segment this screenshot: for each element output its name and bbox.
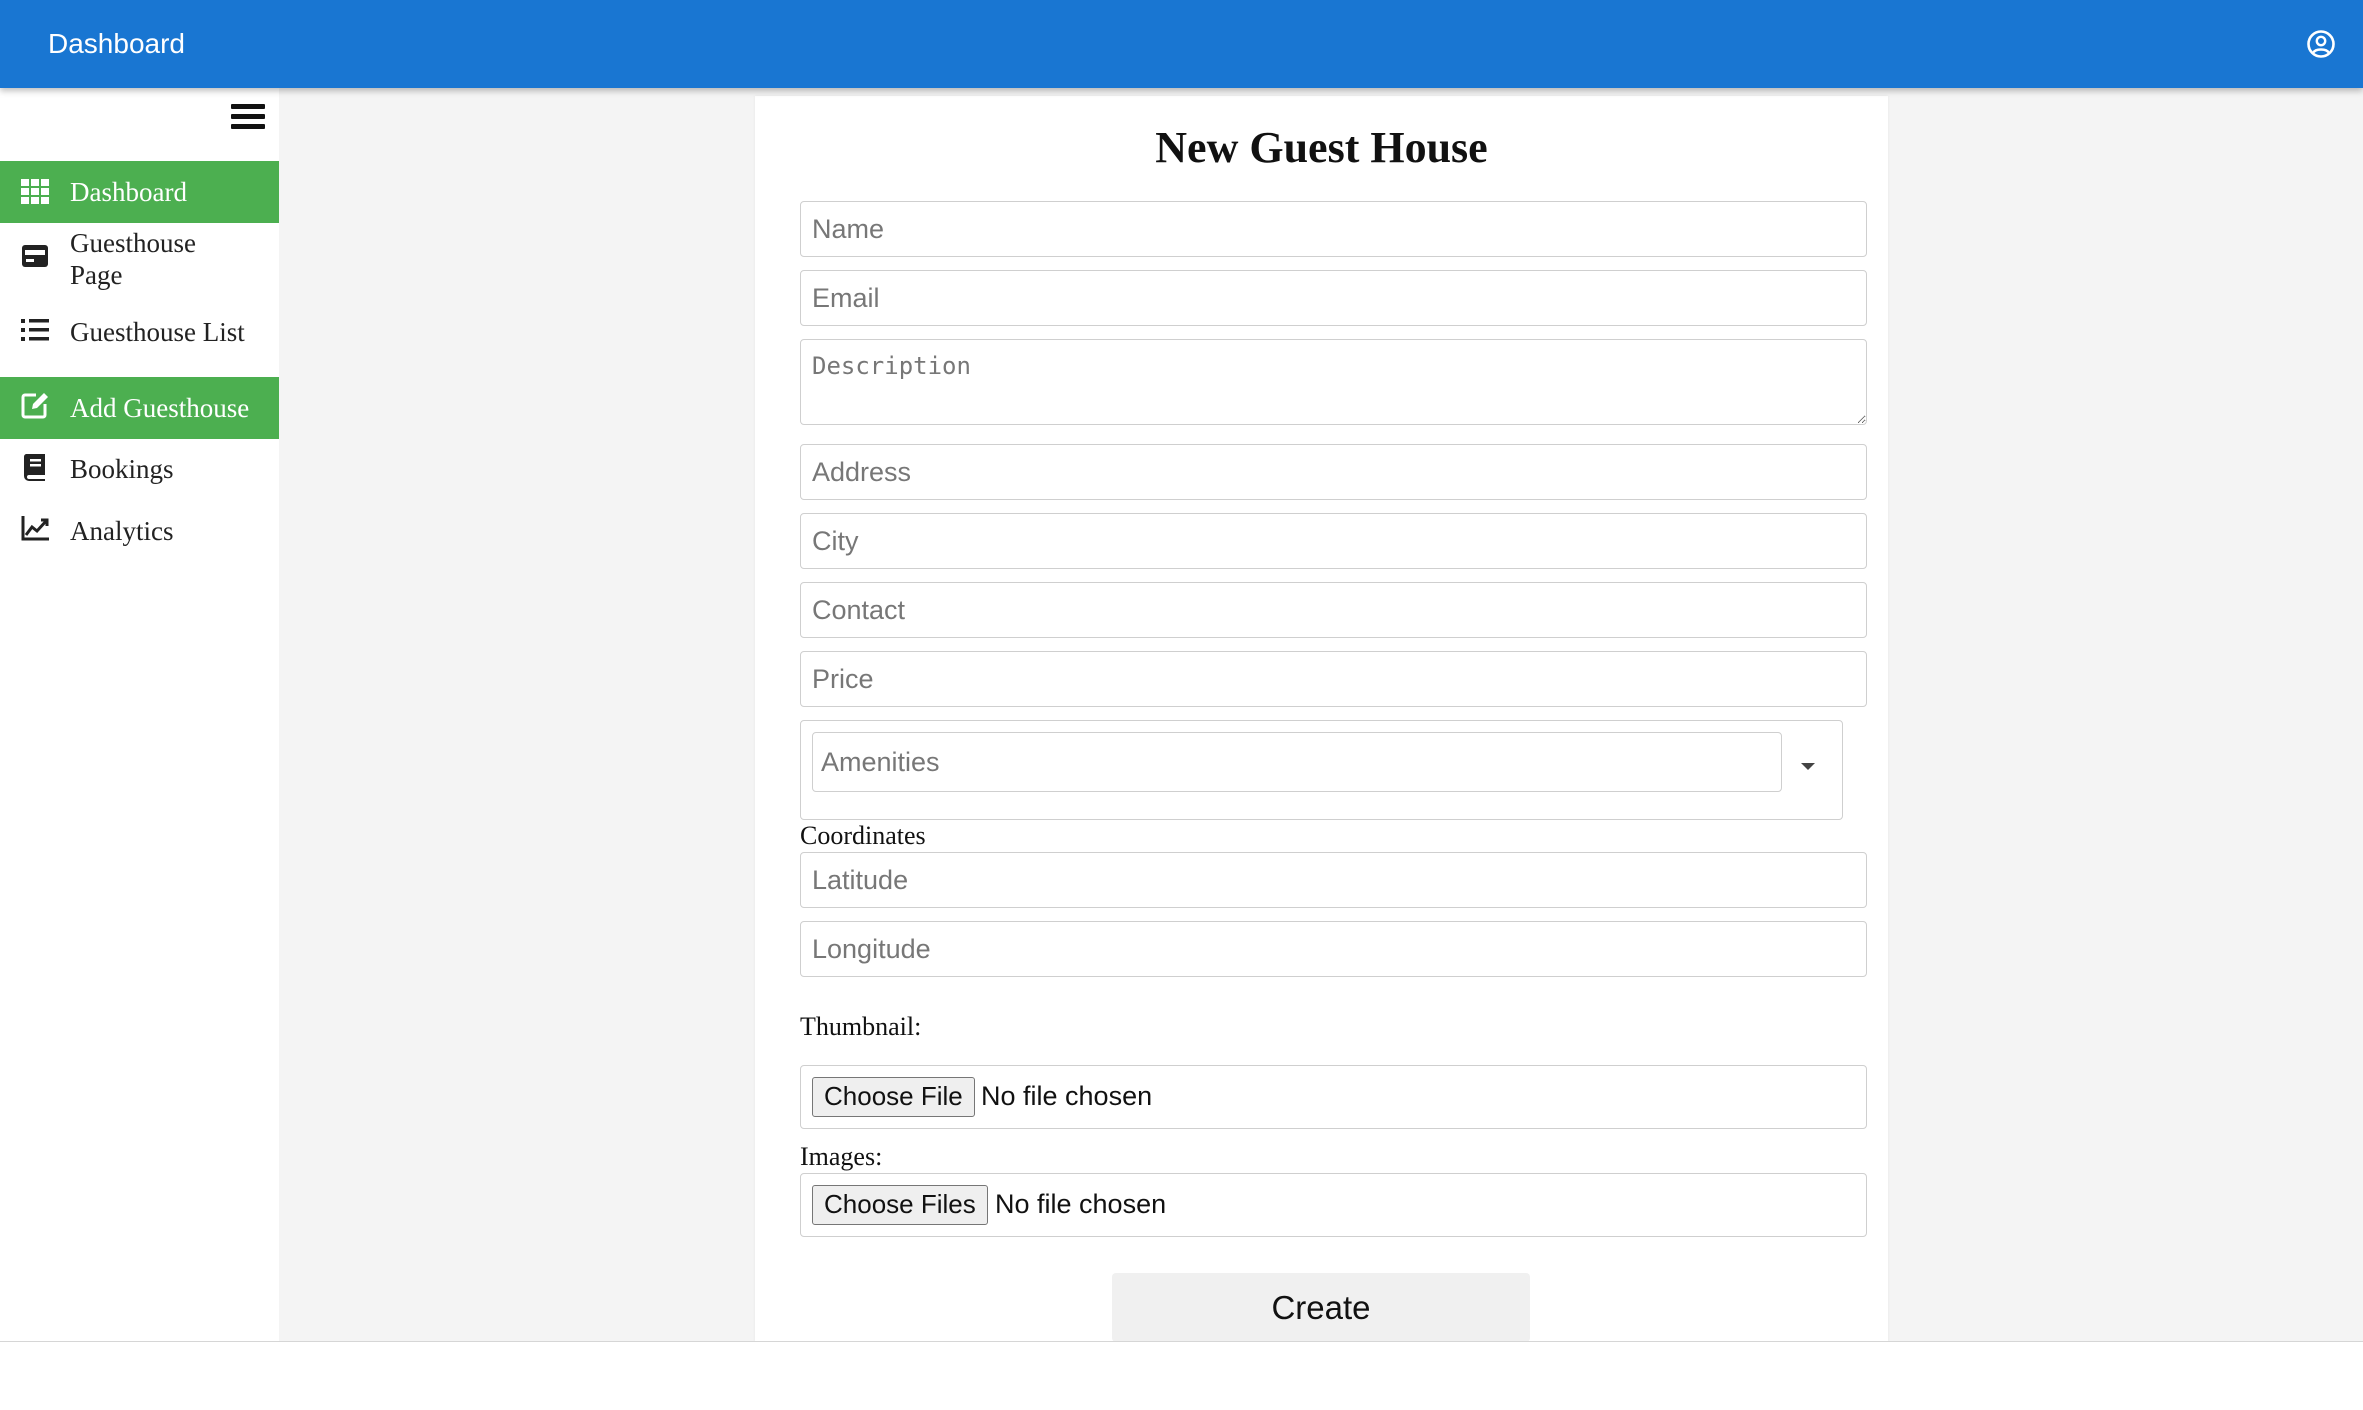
images-file-input[interactable]: Choose Files No file chosen xyxy=(800,1173,1867,1237)
description-textarea[interactable] xyxy=(800,339,1867,425)
sidebar-item-dashboard[interactable]: Dashboard xyxy=(0,161,279,223)
list-icon xyxy=(21,319,49,341)
thumbnail-label: Thumbnail: xyxy=(800,1012,922,1041)
book-icon xyxy=(23,454,45,481)
sidebar: Dashboard Guesthouse Page Guesthouse Lis… xyxy=(0,88,279,1342)
account-circle-icon[interactable] xyxy=(2305,28,2337,60)
sidebar-item-analytics[interactable]: Analytics xyxy=(0,502,279,562)
address-input[interactable] xyxy=(800,444,1867,500)
menu-icon[interactable] xyxy=(231,102,265,132)
footer xyxy=(0,1341,2363,1410)
file-status: No file chosen xyxy=(981,1081,1153,1111)
sidebar-item-bookings[interactable]: Bookings xyxy=(0,440,279,500)
choose-files-button[interactable]: Choose Files xyxy=(812,1185,988,1225)
card-icon xyxy=(22,245,48,267)
sidebar-item-add-guesthouse[interactable]: Add Guesthouse xyxy=(0,377,279,439)
sidebar-item-label: Add Guesthouse xyxy=(70,393,250,423)
sidebar-item-label: Analytics xyxy=(70,516,174,546)
name-input[interactable] xyxy=(800,201,1867,257)
top-app-bar: Dashboard xyxy=(0,0,2363,88)
city-input[interactable] xyxy=(800,513,1867,569)
images-label: Images: xyxy=(800,1142,883,1171)
sidebar-item-label: Dashboard xyxy=(70,177,187,207)
grid-icon xyxy=(21,179,49,204)
sidebar-item-guesthouse-page[interactable]: Guesthouse Page xyxy=(0,227,279,295)
choose-file-button[interactable]: Choose File xyxy=(812,1077,975,1117)
amenities-input[interactable] xyxy=(812,732,1782,792)
chart-line-icon xyxy=(21,516,49,541)
email-input[interactable] xyxy=(800,270,1867,326)
sidebar-item-label: Bookings xyxy=(70,454,174,484)
thumbnail-file-input[interactable]: Choose File No file chosen xyxy=(800,1065,1867,1129)
latitude-input[interactable] xyxy=(800,852,1867,908)
longitude-input[interactable] xyxy=(800,921,1867,977)
create-button[interactable]: Create xyxy=(1112,1273,1530,1342)
amenities-select[interactable] xyxy=(800,720,1843,820)
price-input[interactable] xyxy=(800,651,1867,707)
chevron-down-icon[interactable] xyxy=(1801,763,1815,770)
contact-input[interactable] xyxy=(800,582,1867,638)
sidebar-item-label: Guesthouse List xyxy=(70,317,245,347)
coordinates-label: Coordinates xyxy=(800,821,926,850)
page-title: New Guest House xyxy=(1155,123,1488,172)
sidebar-item-guesthouse-list[interactable]: Guesthouse List xyxy=(0,305,279,361)
app-title: Dashboard xyxy=(48,28,185,59)
edit-icon xyxy=(21,393,48,419)
sidebar-item-label: Guesthouse Page xyxy=(70,228,196,290)
file-status: No file chosen xyxy=(995,1189,1167,1219)
new-guesthouse-form: New Guest House Coordinates Thumbnail: C… xyxy=(755,96,1888,1342)
